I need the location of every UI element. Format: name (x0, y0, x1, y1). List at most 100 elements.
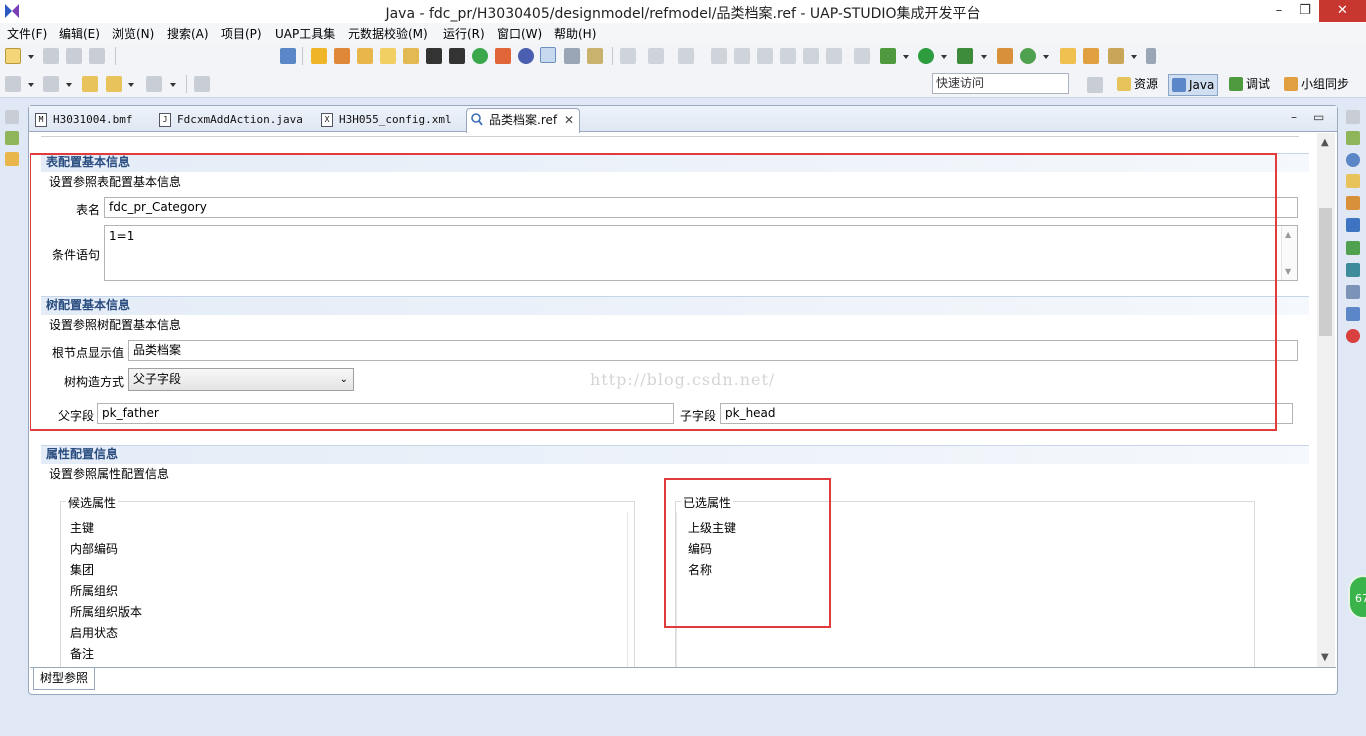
forward-dropdown-icon[interactable] (170, 83, 176, 87)
new-icon[interactable] (5, 48, 21, 64)
package-explorer-icon[interactable] (5, 131, 19, 145)
pin-editor-icon[interactable] (194, 76, 210, 92)
toolbar-more-icon[interactable] (1146, 48, 1156, 64)
restore-right-view-icon[interactable] (1346, 110, 1360, 124)
close-button[interactable]: ✕ (1319, 0, 1366, 22)
last-edit-icon[interactable] (82, 76, 98, 92)
annotation-icon[interactable] (5, 76, 21, 92)
perspective-java[interactable]: Java (1168, 74, 1219, 96)
package-icon[interactable] (403, 48, 419, 64)
suspend-icon[interactable] (734, 48, 750, 64)
tool-b-icon[interactable] (357, 48, 373, 64)
list-item[interactable]: 所属组织版本 (70, 603, 142, 620)
server-icon[interactable] (1346, 241, 1360, 255)
perspective-team-sync[interactable]: 小组同步 (1284, 74, 1349, 96)
menu-metadata-check[interactable]: 元数据校验(M) (348, 25, 428, 42)
restore-view-icon[interactable] (5, 110, 19, 124)
menu-search[interactable]: 搜索(A) (167, 25, 209, 42)
tab-bmf[interactable]: M H3031004.bmf (31, 109, 155, 132)
prev-annotation-dropdown-icon[interactable] (66, 83, 72, 87)
open-task-icon[interactable] (1083, 48, 1099, 64)
data-source-icon[interactable] (1346, 263, 1360, 277)
prev-annotation-icon[interactable] (43, 76, 59, 92)
run-icon[interactable] (918, 48, 934, 64)
tab-java[interactable]: J FdcxmAddAction.java (155, 109, 317, 132)
attr-config-header[interactable]: 属性配置信息 (41, 445, 1309, 464)
list-item[interactable]: 所属组织 (70, 582, 118, 599)
javadoc-icon[interactable] (1346, 153, 1360, 167)
new-java-icon[interactable] (1020, 48, 1036, 64)
list-item[interactable]: 主键 (70, 519, 94, 536)
list-item[interactable]: 内部编码 (70, 540, 118, 557)
run-dropdown-icon[interactable] (941, 55, 947, 59)
runner-debug-icon[interactable] (449, 48, 465, 64)
restore-button[interactable]: ❐ (1290, 0, 1320, 22)
coverage-dropdown-icon[interactable] (981, 55, 987, 59)
open-perspective-icon[interactable] (1087, 77, 1103, 93)
error-log-icon[interactable] (1346, 329, 1360, 343)
menu-navigate[interactable]: 浏览(N) (112, 25, 154, 42)
scroll-up-icon[interactable]: ▲ (1321, 137, 1329, 148)
hierarchy-icon[interactable] (5, 152, 19, 166)
menu-project[interactable]: 项目(P) (221, 25, 262, 42)
disconnect-icon[interactable] (780, 48, 796, 64)
pointer-toggle-icon[interactable] (540, 47, 556, 63)
debug-dropdown-icon[interactable] (903, 55, 909, 59)
condition-scrollbar[interactable]: ▲ ▼ (1281, 226, 1297, 280)
annotation-dropdown-icon[interactable] (28, 83, 34, 87)
task-list-icon[interactable] (1346, 196, 1360, 210)
editor-minimize-icon[interactable]: – (1291, 110, 1297, 124)
progress-icon[interactable] (1346, 307, 1360, 321)
forward-icon[interactable] (146, 76, 162, 92)
menu-window[interactable]: 窗口(W) (497, 25, 542, 42)
declaration-icon[interactable] (1346, 174, 1360, 188)
problems-icon[interactable] (1346, 285, 1360, 299)
menu-run[interactable]: 运行(R) (443, 25, 485, 42)
grid-icon[interactable] (826, 48, 842, 64)
search-tool-icon[interactable] (1108, 48, 1124, 64)
new-java-dropdown-icon[interactable] (1043, 55, 1049, 59)
menu-edit[interactable]: 编辑(E) (59, 25, 100, 42)
editor-maximize-icon[interactable]: ▭ (1313, 110, 1324, 124)
play-icon[interactable] (472, 48, 488, 64)
uap-deploy-icon[interactable] (280, 48, 296, 64)
tool-a-icon[interactable] (334, 48, 350, 64)
close-tab-icon[interactable]: ✕ (564, 109, 574, 131)
list-item[interactable]: 集团 (70, 561, 94, 578)
globe-icon[interactable] (518, 48, 534, 64)
tab-tree-ref[interactable]: 树型参照 (33, 668, 96, 690)
perspective-debug[interactable]: 调试 (1229, 74, 1270, 96)
back-icon[interactable] (106, 76, 122, 92)
list-item[interactable]: 启用状态 (70, 624, 118, 641)
tab-ref-active[interactable]: 品类档案.ref ✕ (466, 108, 581, 133)
step-icon[interactable] (620, 48, 636, 64)
edit-icon[interactable] (854, 48, 870, 64)
print-icon[interactable] (89, 48, 105, 64)
console-icon[interactable] (1346, 218, 1360, 232)
tab-xml[interactable]: X H3H055_config.xml (317, 109, 469, 132)
outline-icon[interactable] (1346, 131, 1360, 145)
perspective-resource[interactable]: 资源 (1117, 74, 1158, 96)
folder-icon[interactable] (380, 48, 396, 64)
new-dropdown-icon[interactable] (28, 55, 34, 59)
list-item[interactable]: 备注 (70, 645, 94, 662)
warning-icon[interactable] (311, 48, 327, 64)
back-dropdown-icon[interactable] (128, 83, 134, 87)
editor-vertical-scrollbar[interactable]: ▲ ▼ (1317, 133, 1335, 667)
network-speed-badge[interactable]: 67 (1348, 575, 1366, 619)
menu-help[interactable]: 帮助(H) (554, 25, 596, 42)
scrollbar-thumb[interactable] (1319, 208, 1332, 336)
tool-d-icon[interactable] (587, 48, 603, 64)
tool-c-icon[interactable] (495, 48, 511, 64)
save-icon[interactable] (43, 48, 59, 64)
open-type-icon[interactable] (1060, 48, 1076, 64)
format-icon[interactable] (564, 48, 580, 64)
inspect-icon[interactable] (803, 48, 819, 64)
search-dropdown-icon[interactable] (1131, 55, 1137, 59)
menu-uap-tools[interactable]: UAP工具集 (275, 25, 335, 42)
resume-icon[interactable] (711, 48, 727, 64)
menu-file[interactable]: 文件(F) (7, 25, 47, 42)
terminate-icon[interactable] (757, 48, 773, 64)
refresh-icon[interactable] (648, 48, 664, 64)
debug-bug-icon[interactable] (880, 48, 896, 64)
